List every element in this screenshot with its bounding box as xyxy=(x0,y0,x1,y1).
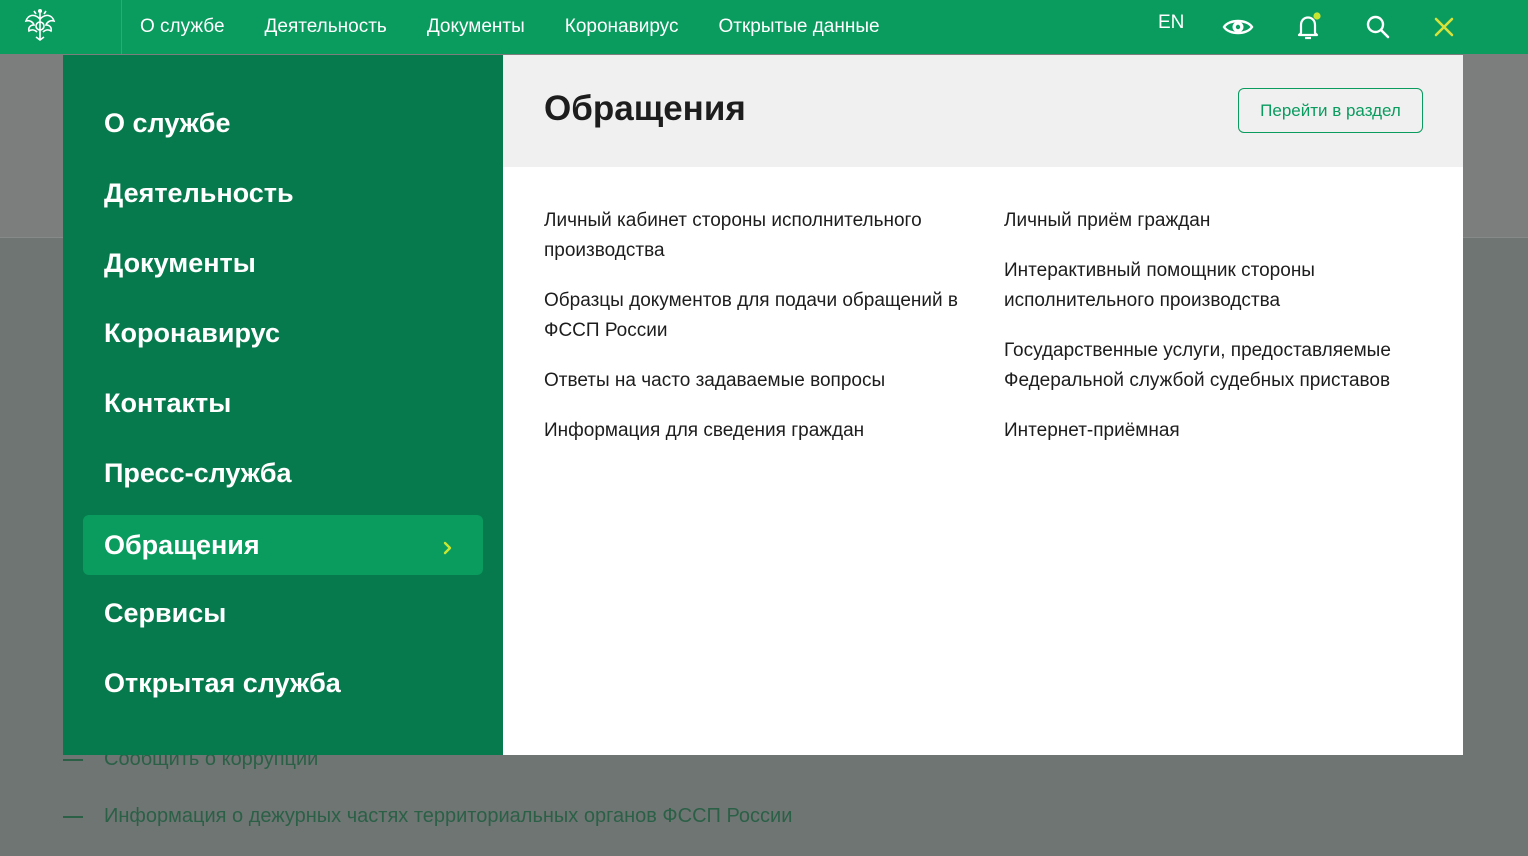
menu-item-coronavirus[interactable]: Коронавирус xyxy=(83,303,483,363)
menu-item-label: Коронавирус xyxy=(104,317,280,348)
goto-section-button[interactable]: Перейти в раздел xyxy=(1238,88,1423,133)
sub-link-interactive-assistant[interactable]: Интерактивный помощник стороны исполните… xyxy=(1004,256,1364,316)
menu-item-documents[interactable]: Документы xyxy=(83,233,483,293)
menu-item-services[interactable]: Сервисы xyxy=(83,583,483,643)
sub-link-citizens-info[interactable]: Информация для сведения граждан xyxy=(544,416,964,446)
menu-item-label: Пресс-служба xyxy=(104,457,292,488)
top-nav: О службе Деятельность Документы Коронави… xyxy=(140,16,920,38)
menu-item-activity[interactable]: Деятельность xyxy=(83,163,483,223)
sub-link-faq[interactable]: Ответы на часто задаваемые вопросы xyxy=(544,366,964,396)
sub-link-gov-services[interactable]: Государственные услуги, предоставляемые … xyxy=(1004,336,1424,396)
dash-icon xyxy=(63,815,83,818)
chevron-right-icon xyxy=(441,534,455,565)
menu-item-label: Обращения xyxy=(104,529,260,560)
menu-item-label: Сервисы xyxy=(104,597,227,628)
top-nav-item-documents[interactable]: Документы xyxy=(427,16,525,38)
top-nav-item-open-data[interactable]: Открытые данные xyxy=(718,16,879,38)
top-nav-item-activity[interactable]: Деятельность xyxy=(265,16,387,38)
close-icon[interactable] xyxy=(1426,9,1462,45)
language-switch[interactable]: EN xyxy=(1158,12,1184,34)
dash-icon xyxy=(63,758,83,761)
search-icon[interactable] xyxy=(1360,9,1396,45)
logo[interactable] xyxy=(0,0,122,54)
menu-item-press[interactable]: Пресс-служба xyxy=(83,443,483,503)
panel-header: Обращения Перейти в раздел xyxy=(503,55,1463,167)
top-nav-item-coronavirus[interactable]: Коронавирус xyxy=(565,16,679,38)
panel-title: Обращения xyxy=(544,89,746,128)
bell-icon[interactable] xyxy=(1290,9,1326,45)
sub-link-personal-reception[interactable]: Личный приём граждан xyxy=(1004,206,1424,236)
menu-item-label: О службе xyxy=(104,107,231,138)
mega-menu-sidebar: О службе Деятельность Документы Коронави… xyxy=(63,55,503,755)
menu-item-label: Деятельность xyxy=(104,177,294,208)
menu-item-open-service[interactable]: Открытая служба xyxy=(83,653,483,713)
menu-item-label: Документы xyxy=(104,247,256,278)
sub-link-personal-cabinet[interactable]: Личный кабинет стороны исполнительного п… xyxy=(544,206,964,266)
top-nav-item-about[interactable]: О службе xyxy=(140,16,225,38)
bg-link-duty[interactable]: Информация о дежурных частях территориал… xyxy=(63,805,792,828)
bg-link-label: Информация о дежурных частях территориал… xyxy=(104,805,793,827)
menu-item-label: Открытая служба xyxy=(104,667,341,698)
menu-item-appeals[interactable]: Обращения xyxy=(83,515,483,575)
menu-item-contacts[interactable]: Контакты xyxy=(83,373,483,433)
eye-icon[interactable] xyxy=(1220,9,1256,45)
coat-of-arms-icon xyxy=(20,5,60,50)
sub-link-document-samples[interactable]: Образцы документов для подачи обращений … xyxy=(544,286,969,346)
menu-item-label: Контакты xyxy=(104,387,232,418)
sub-link-internet-reception[interactable]: Интернет-приёмная xyxy=(1004,416,1424,446)
mega-menu-panel: Обращения Перейти в раздел Личный кабине… xyxy=(503,55,1463,755)
menu-item-about[interactable]: О службе xyxy=(83,93,483,153)
